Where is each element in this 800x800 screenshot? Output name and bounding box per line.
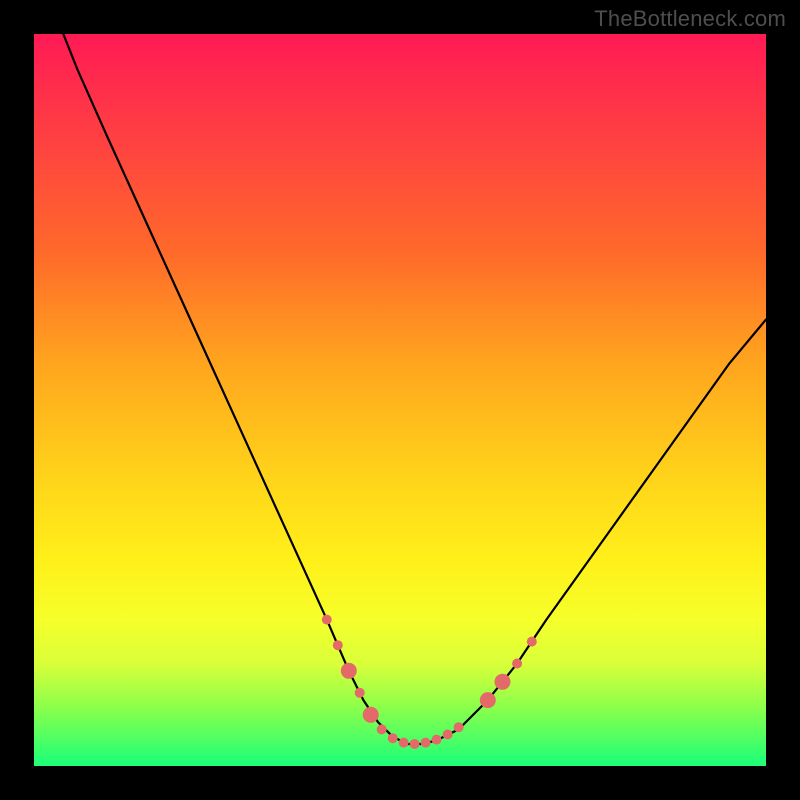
- highlight-dot: [341, 663, 357, 679]
- chart-container: TheBottleneck.com: [0, 0, 800, 800]
- highlight-dot: [512, 659, 522, 669]
- highlight-dot: [399, 738, 409, 748]
- highlight-dot: [333, 640, 343, 650]
- highlight-dot: [355, 688, 365, 698]
- highlight-dot: [527, 637, 537, 647]
- highlight-dot: [363, 707, 379, 723]
- highlight-dot: [421, 738, 431, 748]
- highlight-dot: [454, 722, 464, 732]
- highlight-dot: [432, 735, 442, 745]
- curve-svg: [34, 34, 766, 766]
- attribution-text: TheBottleneck.com: [594, 6, 786, 32]
- highlight-dot: [480, 692, 496, 708]
- plot-area: [34, 34, 766, 766]
- highlight-dot: [377, 724, 387, 734]
- highlight-dot: [443, 730, 453, 740]
- highlight-dot: [322, 615, 332, 625]
- highlight-dot: [495, 674, 511, 690]
- bottleneck-curve: [63, 34, 766, 744]
- highlight-dot: [388, 733, 398, 743]
- highlight-dot: [410, 739, 420, 749]
